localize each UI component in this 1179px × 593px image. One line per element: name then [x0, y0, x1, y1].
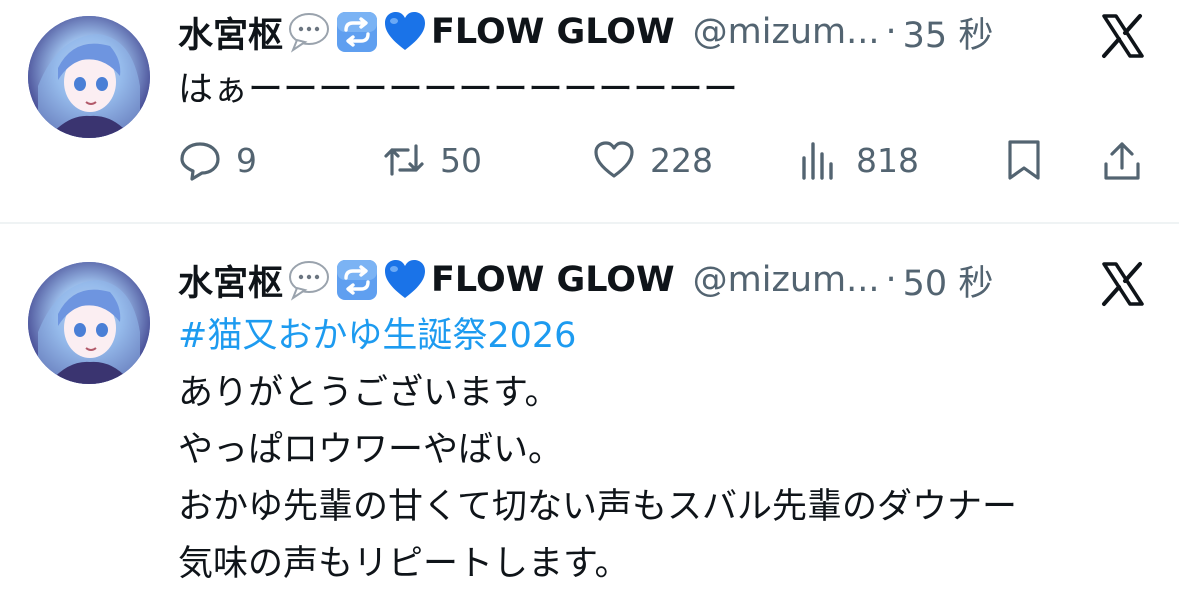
like-button[interactable]: 228 [592, 130, 713, 190]
separator-dot: · [885, 260, 897, 300]
tweet-text-line: やっぱロウワーやばい。 [178, 430, 564, 470]
share-icon [1100, 138, 1144, 182]
reply-button[interactable]: 9 [178, 130, 257, 190]
user-handle[interactable]: @mizum... [693, 12, 880, 52]
speech-bubble-icon [287, 10, 331, 54]
x-logo-icon[interactable] [1098, 260, 1146, 308]
speech-bubble-icon [287, 258, 331, 302]
reply-icon [178, 138, 222, 182]
tweet-text-line: おかゆ先輩の甘くて切ない声もスバル先輩のダウナー [178, 487, 1017, 527]
tweet-header: 水宮枢 FLOW GLOW @mizum. [178, 256, 993, 304]
timestamp[interactable]: 50 秒 [903, 255, 994, 306]
views-icon [798, 138, 842, 182]
reply-count: 9 [236, 140, 257, 180]
tweet-text-line: ありがとうございます。 [178, 373, 560, 413]
tweet-2[interactable]: 水宮枢 FLOW GLOW @mizum... · 50 秒 #猫又おかゆ生誕祭… [0, 224, 1179, 584]
repost-icon [382, 138, 426, 182]
bookmark-button[interactable] [1002, 130, 1046, 190]
repost-button[interactable]: 50 [382, 130, 482, 190]
views-count: 818 [856, 140, 919, 180]
user-handle[interactable]: @mizum... [693, 260, 880, 300]
tweet-text-line: 気味の声もリピートします。 [178, 544, 630, 584]
display-name-suffix: FLOW GLOW [431, 12, 675, 52]
like-count: 228 [650, 140, 713, 180]
blue-heart-icon [383, 258, 427, 302]
hashtag-link[interactable]: #猫又おかゆ生誕祭2026 [178, 308, 576, 365]
like-icon [592, 138, 636, 182]
tweet-text: はぁーーーーーーーーーーーーーー [178, 70, 739, 110]
separator-dot: · [885, 12, 897, 52]
repost-count: 50 [440, 140, 482, 180]
views-button[interactable]: 818 [798, 130, 919, 190]
repeat-icon [335, 10, 379, 54]
display-name-suffix: FLOW GLOW [431, 260, 675, 300]
avatar[interactable] [28, 16, 150, 138]
tweet-actions: 9 50 228 818 [0, 130, 1179, 190]
display-name[interactable]: 水宮枢 [178, 255, 283, 306]
tweet-header: 水宮枢 FLOW GLOW @mizum. [178, 8, 993, 56]
timestamp[interactable]: 35 秒 [903, 7, 994, 58]
display-name[interactable]: 水宮枢 [178, 7, 283, 58]
x-logo-icon[interactable] [1098, 12, 1146, 60]
bookmark-icon [1002, 138, 1046, 182]
blue-heart-icon [383, 10, 427, 54]
share-button[interactable] [1100, 130, 1144, 190]
tweet-1[interactable]: 水宮枢 FLOW GLOW @mizum... · 35 秒 はぁーーーーーーー… [0, 0, 1179, 222]
tweet-text: ありがとうございます。 やっぱロウワーやばい。 おかゆ先輩の甘くて切ない声もスバ… [178, 365, 1017, 593]
avatar[interactable] [28, 262, 150, 384]
repeat-icon [335, 258, 379, 302]
